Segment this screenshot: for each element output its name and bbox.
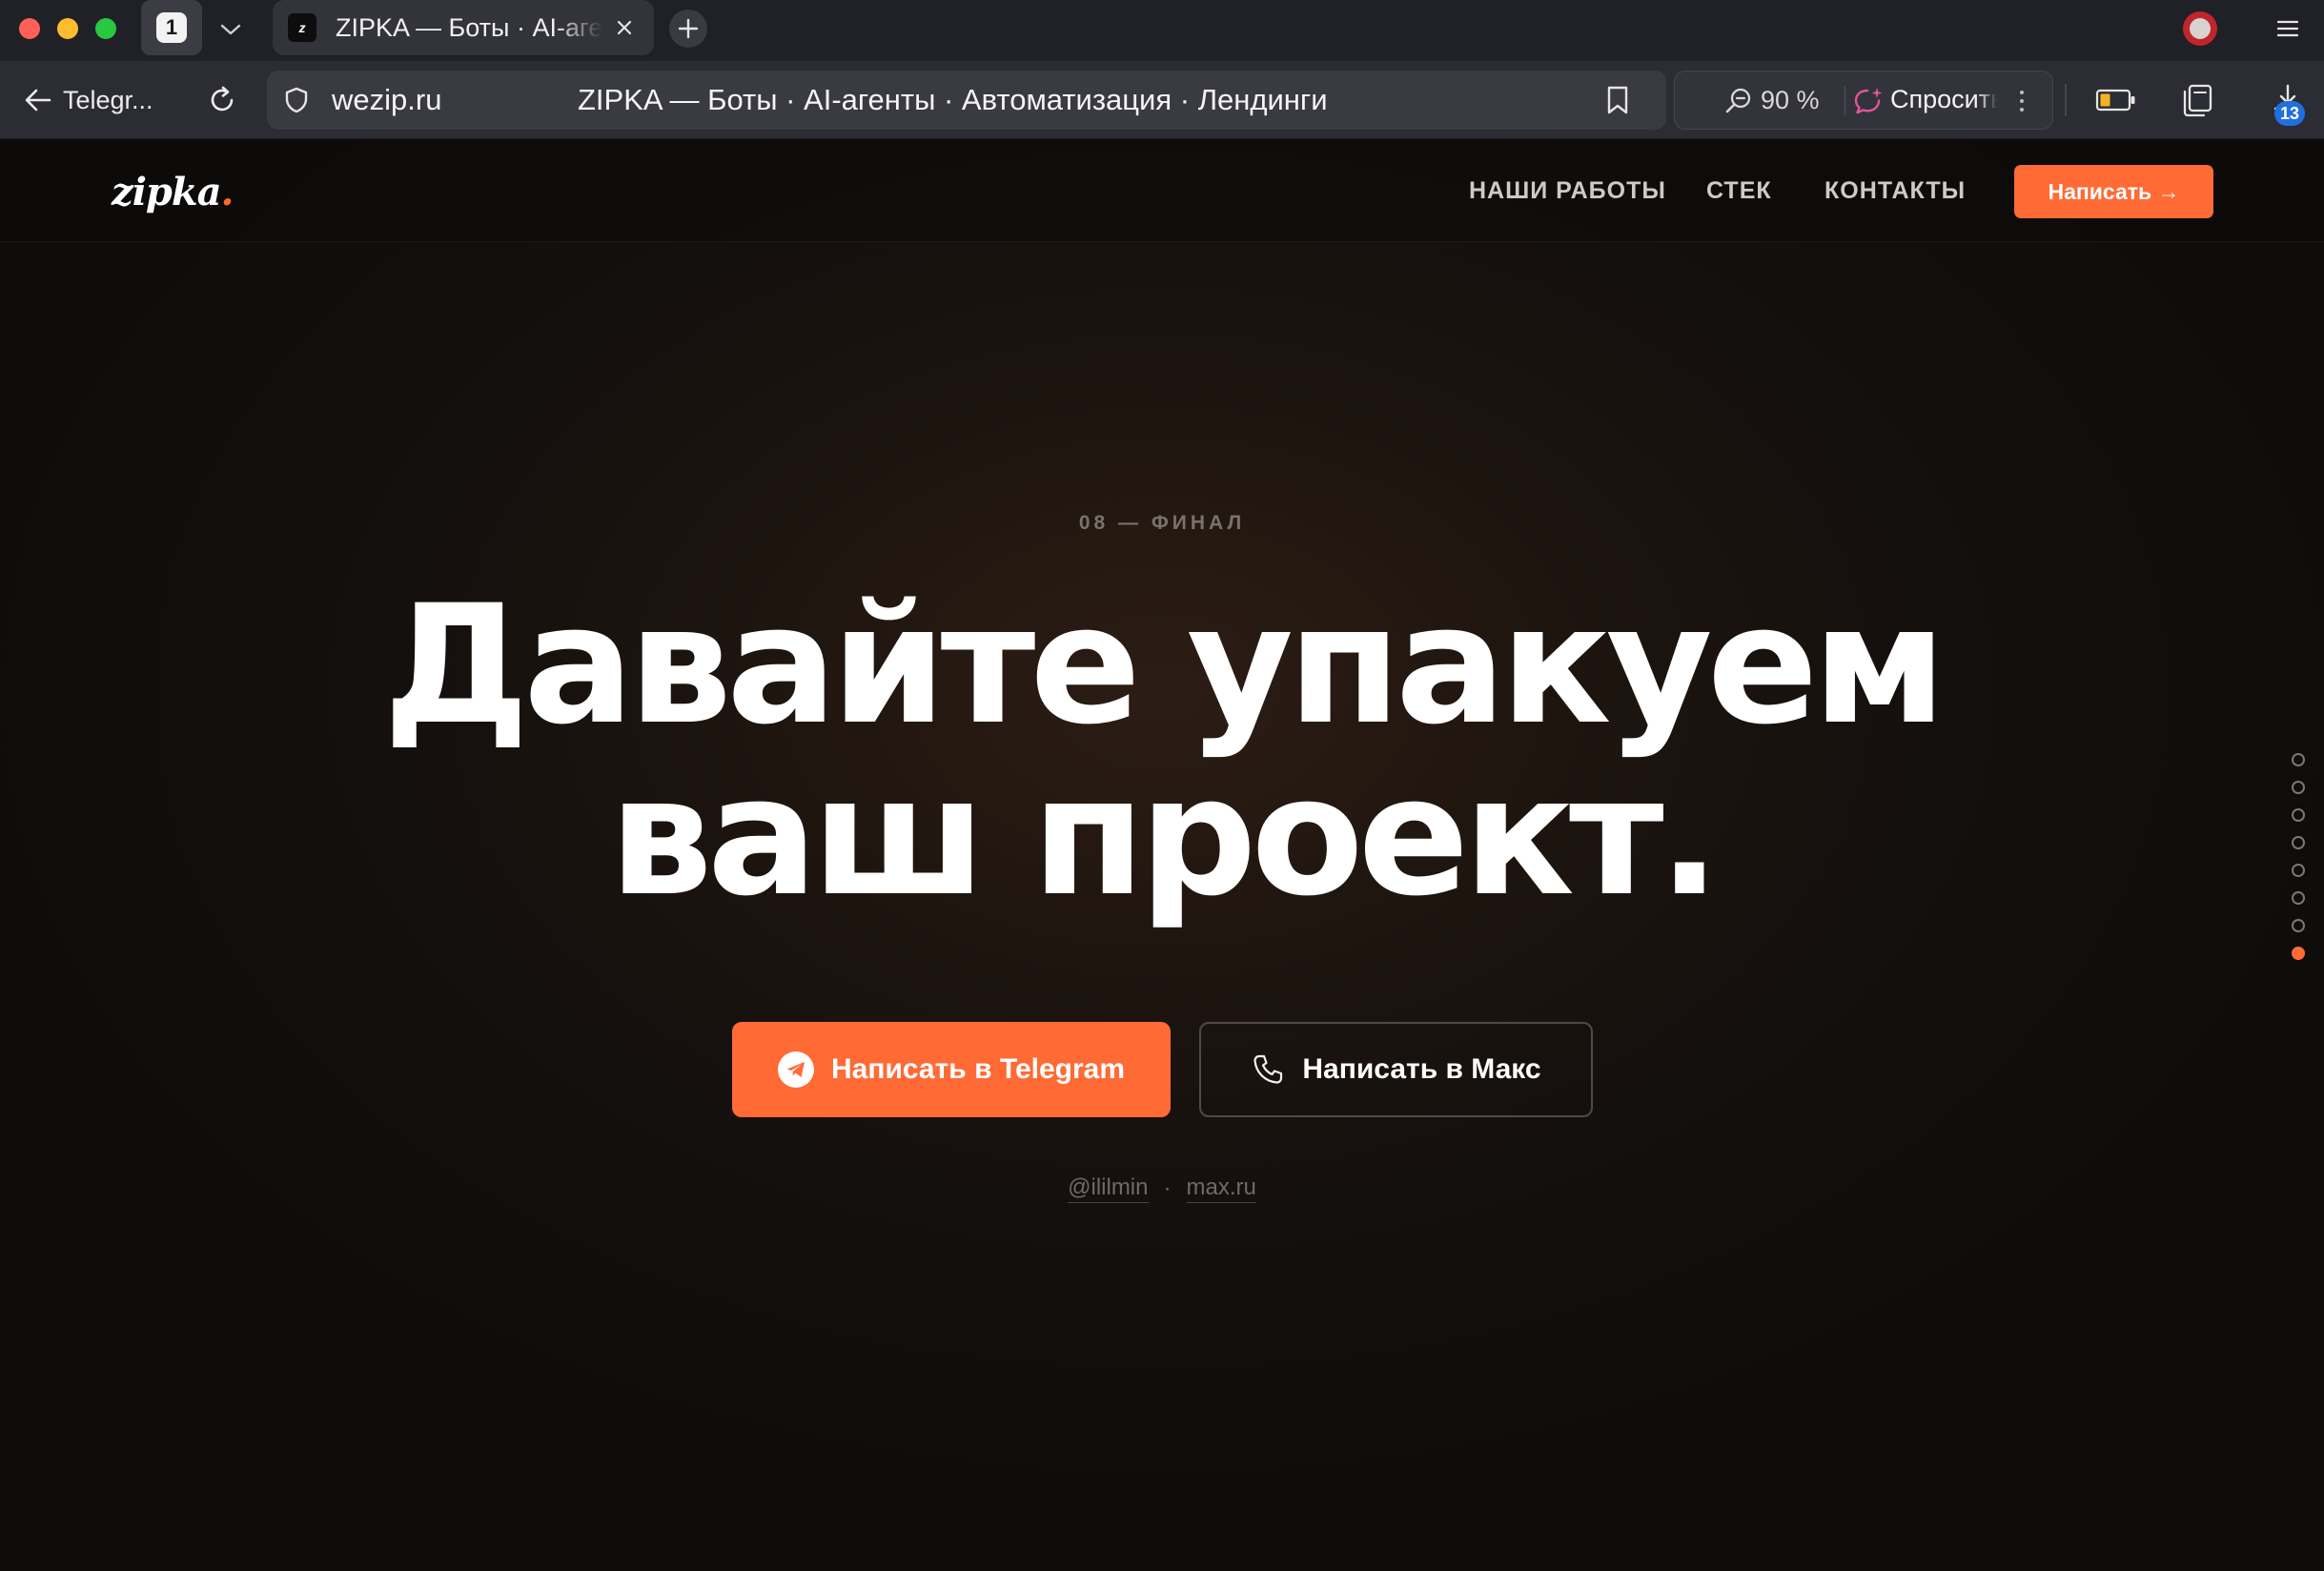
section-nav-dots — [2292, 753, 2309, 974]
nav-link-contacts[interactable]: КОНТАКТЫ — [1825, 177, 1966, 205]
page-title: ZIPKA — Боты · AI-агенты · Автоматизация… — [578, 83, 1328, 116]
contact-separator: · — [1163, 1175, 1172, 1201]
telegram-handle-link[interactable]: @ililmin — [1068, 1174, 1149, 1203]
site-favicon-icon: z — [288, 13, 316, 42]
plus-icon — [678, 18, 699, 39]
shield-icon[interactable] — [282, 86, 311, 114]
browser-toolbar: Telegr... wezip.ru ZIPKA — Боты · AI-аге… — [0, 61, 2324, 139]
max-button-label: Написать в Макс — [1302, 1053, 1541, 1085]
section-dot[interactable] — [2292, 891, 2305, 905]
page-tools: 90 % Спросить — [1674, 71, 2053, 130]
bookmark-button[interactable] — [1601, 84, 1634, 116]
reload-button[interactable] — [202, 80, 242, 120]
new-tab-button[interactable] — [669, 10, 707, 48]
reload-icon — [211, 86, 234, 112]
tab-active[interactable]: z ZIPKA — Боты · AI-агенты · Автоматизац… — [273, 0, 654, 55]
browser-menu-button[interactable] — [2273, 13, 2303, 44]
zoom-icon[interactable] — [1724, 87, 1753, 115]
section-dot[interactable] — [2292, 808, 2305, 822]
more-options-icon[interactable] — [2012, 85, 2031, 117]
section-dot[interactable] — [2292, 919, 2305, 932]
close-icon — [617, 20, 632, 35]
avatar-image — [2190, 18, 2211, 39]
section-dot[interactable] — [2292, 753, 2305, 766]
nav-link-works[interactable]: НАШИ РАБОТЫ — [1469, 177, 1666, 205]
arrow-left-icon — [25, 89, 51, 112]
logo-dot: . — [220, 170, 234, 214]
hamburger-icon — [2276, 20, 2299, 37]
window-minimize-button[interactable] — [57, 18, 78, 39]
downloads-badge: 13 — [2274, 101, 2305, 126]
section-dot[interactable] — [2292, 947, 2305, 960]
section-dot[interactable] — [2292, 864, 2305, 877]
address-bar[interactable]: wezip.ru ZIPKA — Боты · AI-агенты · Авто… — [267, 71, 1666, 130]
headline-line-2: ваш проект. — [608, 741, 1721, 932]
ask-ai-label[interactable]: Спросить — [1890, 85, 1997, 114]
browser-titlebar: 1 z ZIPKA — Боты · AI-агенты · Автоматиз… — [0, 0, 2324, 61]
chevron-down-icon — [220, 24, 241, 35]
url-text[interactable]: wezip.ru — [332, 83, 441, 117]
tab-counter-button[interactable]: 1 — [141, 0, 202, 55]
collections-icon[interactable] — [2181, 82, 2219, 118]
phone-icon — [1254, 1054, 1283, 1084]
tab-close-button[interactable] — [612, 15, 637, 40]
section-eyebrow: 08 — ФИНАЛ — [1078, 512, 1246, 534]
section-dot[interactable] — [2292, 781, 2305, 794]
write-telegram-button[interactable]: Написать в Telegram — [732, 1022, 1171, 1117]
hero-headline: Давайте упакуем ваш проект. — [0, 580, 2324, 923]
tab-title: ZIPKA — Боты · AI-агенты · Автоматизация… — [336, 12, 602, 42]
site-logo[interactable]: zipka. — [112, 170, 234, 214]
headline-line-1: Давайте упакуем — [382, 569, 1947, 761]
site-header: zipka. НАШИ РАБОТЫ СТЕК КОНТАКТЫ Написат… — [0, 139, 2324, 242]
max-link[interactable]: max.ru — [1186, 1174, 1256, 1203]
toolbar-divider — [2065, 84, 2067, 116]
write-max-button[interactable]: Написать в Макс — [1199, 1022, 1593, 1117]
profile-avatar[interactable] — [2183, 11, 2217, 46]
contact-handles: @ililmin · max.ru — [0, 1174, 2324, 1203]
tab-list-dropdown[interactable] — [212, 15, 250, 44]
window-close-button[interactable] — [19, 18, 40, 39]
telegram-button-label: Написать в Telegram — [830, 1053, 1126, 1085]
page-content: zipka. НАШИ РАБОТЫ СТЕК КОНТАКТЫ Написат… — [0, 139, 2324, 1571]
tab-count: 1 — [156, 12, 187, 43]
zoom-level[interactable]: 90 % — [1761, 86, 1820, 115]
ai-assistant-icon[interactable] — [1852, 86, 1885, 116]
section-dot[interactable] — [2292, 836, 2305, 849]
telegram-icon — [777, 1051, 814, 1088]
bookmark-icon — [1607, 86, 1628, 114]
back-button[interactable]: Telegr... — [23, 80, 153, 120]
nav-write-button[interactable]: Написать → — [2014, 165, 2213, 218]
window-zoom-button[interactable] — [95, 18, 116, 39]
battery-saver-icon[interactable] — [2095, 88, 2137, 112]
logo-text: zipka — [112, 170, 222, 214]
nav-link-stack[interactable]: СТЕК — [1706, 177, 1772, 205]
back-label: Telegr... — [63, 85, 153, 114]
